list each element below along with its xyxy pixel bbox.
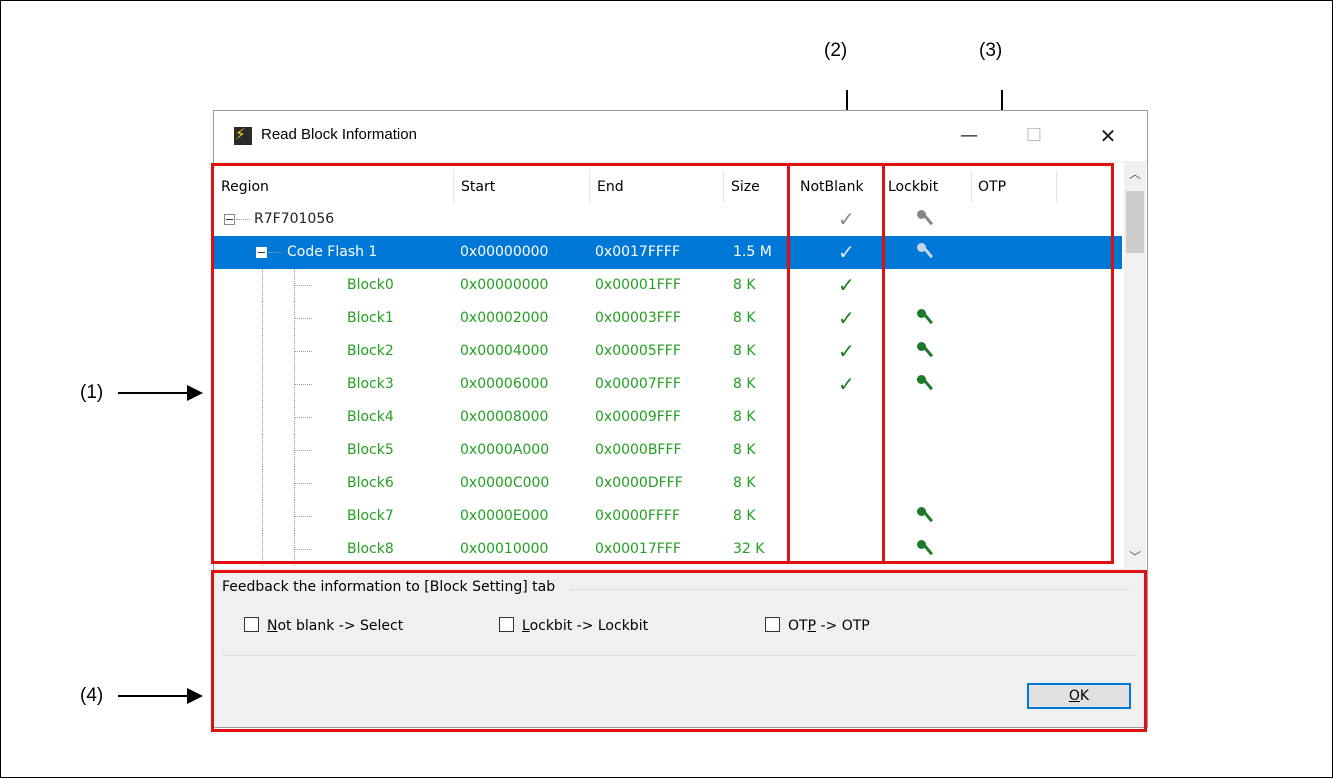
scroll-thumb[interactable]: [1126, 191, 1144, 253]
app-lightning-icon: [234, 125, 252, 145]
minimize-button[interactable]: —: [949, 121, 989, 151]
window-title: Read Block Information: [261, 126, 417, 143]
callout-1-arrow: [118, 385, 203, 401]
callout-3: (3): [979, 40, 1003, 61]
scroll-up-icon[interactable]: ︿: [1124, 163, 1146, 185]
scroll-down-icon[interactable]: ﹀: [1124, 546, 1146, 568]
title-bar: Read Block Information — ☐ ✕: [214, 111, 1147, 161]
maximize-button[interactable]: ☐: [1014, 121, 1054, 151]
highlight-box-1: [211, 163, 790, 564]
callout-2: (2): [824, 40, 848, 61]
callout-1: (1): [80, 382, 104, 403]
highlight-box-4: [211, 570, 1147, 732]
highlight-box-3: [882, 163, 1114, 564]
close-button[interactable]: ✕: [1088, 121, 1128, 151]
vertical-scrollbar[interactable]: ︿ ﹀: [1124, 163, 1146, 568]
callout-4-arrow: [118, 688, 203, 704]
callout-4: (4): [80, 685, 104, 706]
highlight-box-2: [787, 163, 885, 564]
